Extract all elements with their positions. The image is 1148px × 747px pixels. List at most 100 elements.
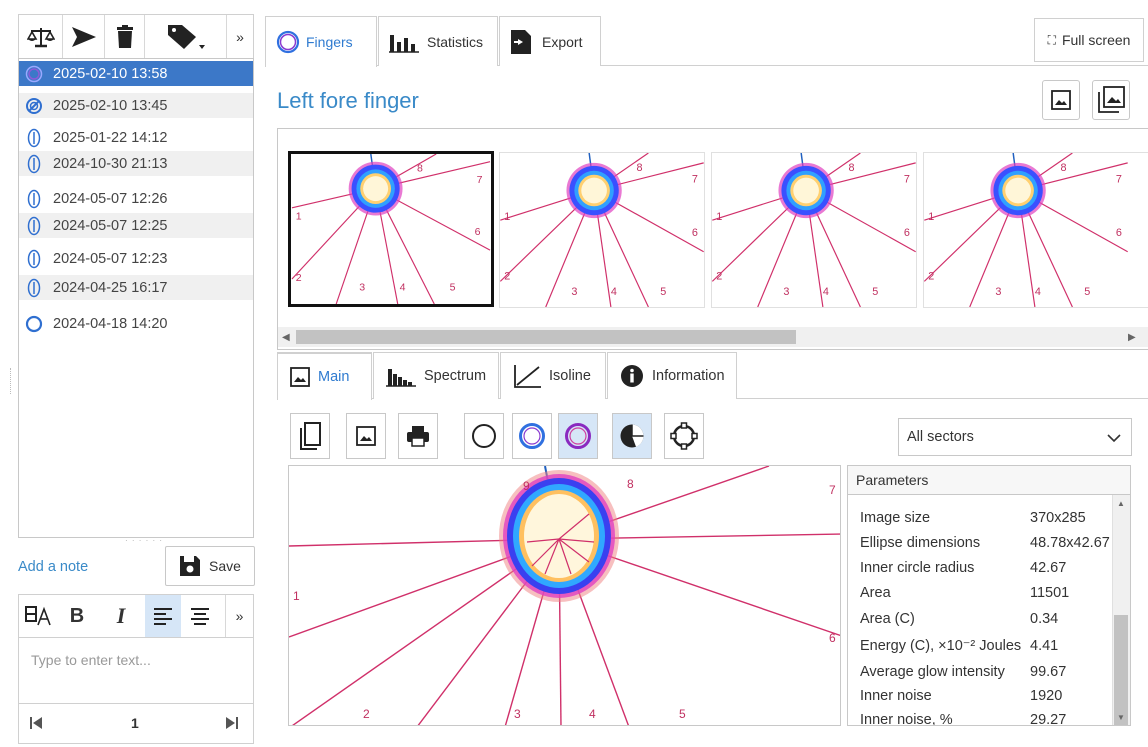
scroll-left-icon[interactable]: ◀ bbox=[282, 332, 290, 343]
parameters-scrollbar[interactable]: ▲ ▼ bbox=[1112, 495, 1130, 725]
thumbnail-image: 1 2 3 4 5 6 7 8 bbox=[924, 153, 1128, 307]
tag-button[interactable] bbox=[145, 15, 227, 58]
sectors-button[interactable] bbox=[612, 413, 652, 459]
ellipse-fit-icon bbox=[670, 422, 698, 450]
param-value: 4.41 bbox=[1030, 638, 1059, 654]
svg-text:9: 9 bbox=[523, 479, 530, 493]
scrollbar-thumb[interactable] bbox=[1114, 615, 1128, 725]
print-button[interactable] bbox=[398, 413, 438, 459]
main-image-canvas[interactable]: 1 2 3 4 5 6 7 8 9 bbox=[288, 465, 841, 726]
tab-export[interactable]: Export bbox=[499, 16, 601, 66]
more-format-button[interactable]: » bbox=[225, 595, 253, 637]
svg-text:7: 7 bbox=[904, 174, 910, 186]
session-datetime: 2024-05-07 12:25 bbox=[53, 217, 168, 234]
send-button[interactable] bbox=[63, 15, 105, 58]
svg-text:3: 3 bbox=[359, 282, 365, 294]
parameters-title: Parameters bbox=[848, 466, 1130, 495]
printer-icon bbox=[407, 426, 429, 447]
param-label: Inner noise, % bbox=[860, 712, 953, 726]
param-label: Ellipse dimensions bbox=[860, 535, 981, 551]
last-page-button[interactable] bbox=[225, 716, 239, 730]
session-datetime: 2024-10-30 21:13 bbox=[53, 155, 168, 172]
session-row[interactable]: 2024-10-30 21:13 bbox=[19, 151, 253, 176]
tag-icon bbox=[167, 24, 205, 49]
svg-text:8: 8 bbox=[417, 162, 423, 174]
purple-ring-button[interactable] bbox=[558, 413, 598, 459]
svg-text:2: 2 bbox=[363, 707, 370, 721]
svg-text:2: 2 bbox=[504, 270, 510, 282]
session-row[interactable]: 2024-05-07 12:23 bbox=[19, 246, 253, 271]
session-datetime: 2025-02-10 13:45 bbox=[53, 97, 168, 114]
session-row[interactable]: 2024-04-25 16:17 bbox=[19, 275, 253, 300]
finger-thumbnail[interactable]: 1 2 3 4 5 6 7 8 bbox=[499, 152, 705, 308]
delete-button[interactable] bbox=[105, 15, 145, 58]
param-label: Average glow intensity bbox=[860, 664, 1005, 680]
copy-button[interactable] bbox=[290, 413, 330, 459]
thumbnail-image: 1 2 3 4 5 6 7 8 bbox=[291, 154, 491, 304]
list-resize-handle[interactable]: · · · · · · bbox=[125, 536, 163, 545]
first-page-button[interactable] bbox=[29, 716, 43, 730]
single-image-button[interactable] bbox=[1042, 80, 1080, 120]
tab-spectrum[interactable]: Spectrum bbox=[373, 352, 499, 399]
session-row[interactable]: 2025-01-22 14:12 bbox=[19, 125, 253, 150]
session-row[interactable]: 2025-02-10 13:45 bbox=[19, 93, 253, 118]
finger-thumbnail[interactable]: 1 2 3 4 5 6 7 8 bbox=[923, 152, 1148, 308]
session-row[interactable]: 2024-05-07 12:25 bbox=[19, 213, 253, 238]
thumbnail-image: 1 2 3 4 5 6 7 8 bbox=[712, 153, 916, 307]
image-icon bbox=[356, 426, 376, 446]
thumbnail-image: 1 2 3 4 5 6 7 8 bbox=[500, 153, 704, 307]
image-icon bbox=[290, 367, 310, 387]
font-style-icon bbox=[25, 606, 51, 626]
compare-button[interactable] bbox=[19, 15, 63, 58]
multi-image-button[interactable] bbox=[1092, 80, 1130, 120]
note-textarea[interactable]: Type to enter text... bbox=[18, 638, 254, 704]
scroll-right-icon[interactable]: ▶ bbox=[1128, 332, 1136, 343]
align-left-button[interactable] bbox=[145, 595, 181, 637]
svg-text:6: 6 bbox=[1116, 227, 1122, 239]
main-tabs: Fingers Statistics Export ⛶ Full screen bbox=[265, 14, 1148, 67]
sector-select[interactable]: All sectors bbox=[898, 418, 1132, 456]
expand-icon: ⛶ bbox=[1047, 32, 1056, 47]
session-row[interactable]: 2025-02-10 13:58 bbox=[19, 61, 253, 86]
add-note-link[interactable]: Add a note bbox=[18, 559, 88, 575]
svg-text:1: 1 bbox=[296, 210, 302, 222]
scrollbar-thumb[interactable] bbox=[296, 330, 796, 344]
finger-thumbnail[interactable]: 1 2 3 4 5 6 7 8 bbox=[711, 152, 917, 308]
tab-fingers[interactable]: Fingers bbox=[265, 16, 377, 67]
finger-icon bbox=[25, 216, 43, 235]
blue-ring-button[interactable] bbox=[512, 413, 552, 459]
last-page-icon bbox=[226, 717, 238, 729]
contour-toggle-button[interactable] bbox=[464, 413, 504, 459]
panel-splitter[interactable] bbox=[10, 368, 13, 394]
font-style-button[interactable] bbox=[21, 595, 57, 637]
full-screen-button[interactable]: ⛶ Full screen bbox=[1034, 18, 1144, 62]
svg-text:3: 3 bbox=[571, 286, 577, 298]
save-button[interactable]: Save bbox=[165, 546, 255, 586]
tab-information[interactable]: Information bbox=[607, 352, 737, 399]
bold-button[interactable]: B bbox=[59, 595, 95, 637]
more-tools-button[interactable]: » bbox=[227, 15, 253, 58]
param-label: Energy (C), ×10⁻² Joules bbox=[860, 638, 1022, 654]
svg-text:6: 6 bbox=[475, 226, 481, 238]
scroll-up-icon[interactable]: ▲ bbox=[1117, 499, 1125, 508]
tab-statistics[interactable]: Statistics bbox=[378, 16, 498, 66]
session-datetime: 2025-02-10 13:58 bbox=[53, 65, 168, 82]
finger-thumbnail[interactable]: 1 2 3 4 5 6 7 8 bbox=[288, 151, 494, 307]
italic-button[interactable]: I bbox=[103, 595, 139, 637]
svg-text:4: 4 bbox=[589, 707, 596, 721]
svg-text:2: 2 bbox=[716, 270, 722, 282]
svg-text:2: 2 bbox=[928, 270, 934, 282]
session-row[interactable]: 2024-04-18 14:20 bbox=[19, 311, 253, 336]
chevron-right-icon: » bbox=[236, 28, 244, 45]
ring-icon bbox=[25, 315, 43, 333]
svg-text:8: 8 bbox=[849, 162, 855, 174]
ellipse-fit-button[interactable] bbox=[664, 413, 704, 459]
align-center-button[interactable] bbox=[182, 595, 218, 637]
double-ring-icon bbox=[276, 30, 300, 54]
session-row[interactable]: 2024-05-07 12:26 bbox=[19, 186, 253, 211]
scroll-down-icon[interactable]: ▼ bbox=[1117, 713, 1125, 722]
session-datetime: 2024-05-07 12:26 bbox=[53, 190, 168, 207]
tab-main[interactable]: Main bbox=[277, 352, 372, 400]
save-image-button[interactable] bbox=[346, 413, 386, 459]
tab-isoline[interactable]: Isoline bbox=[500, 352, 606, 399]
